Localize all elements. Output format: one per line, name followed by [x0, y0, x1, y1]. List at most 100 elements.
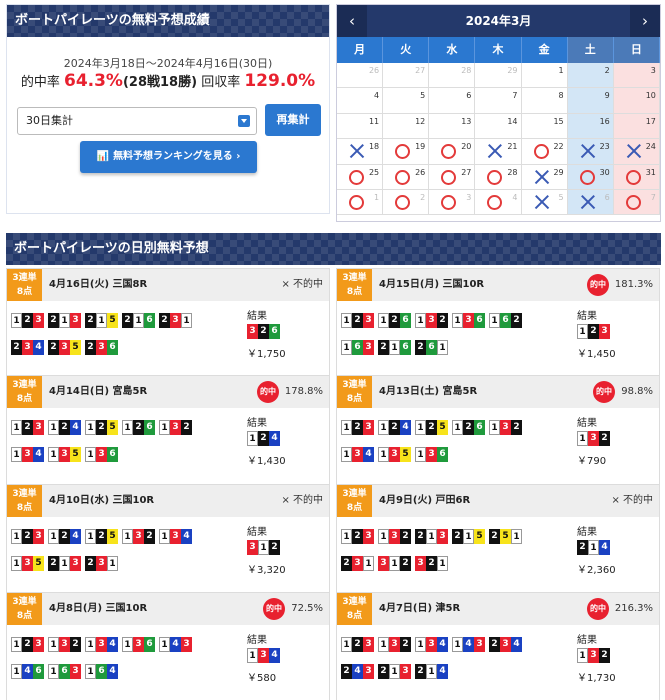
boat-number: 3 [96, 637, 107, 652]
boat-number: 2 [599, 431, 610, 446]
calendar-day[interactable]: 23 [567, 139, 614, 165]
calendar-day[interactable]: 25 [337, 164, 384, 190]
calendar-day[interactable]: 30 [567, 164, 614, 190]
hit-badge: 的中 [257, 381, 279, 403]
recalc-button[interactable]: 再集計 [265, 104, 321, 136]
calendar-day: 6 [429, 88, 476, 114]
result-combo: 312 [247, 540, 327, 559]
boat-number: 2 [70, 637, 81, 652]
calendar-day[interactable]: 21 [475, 139, 522, 165]
chart-icon: 📊 [96, 151, 110, 162]
boat-number: 1 [363, 556, 374, 571]
day-number: 22 [553, 142, 564, 152]
boat-number: 2 [85, 313, 96, 328]
combo-list: 1 2 3 1 2 4 1 2 5 1 2 6 1 3 21 3 4 1 3 5 1 3 6 [11, 420, 231, 474]
boat-number: 6 [96, 664, 107, 679]
calendar-day[interactable]: 5 [521, 189, 568, 216]
boat-number: 5 [500, 529, 511, 544]
prediction-card[interactable]: 3連単 8点 4月8日(月) 三国10R 的中 72.5% 1 2 3 1 3 2 1 3 4 1 3 6 1 4 3… [6, 592, 330, 700]
chevron-right-icon: › [232, 151, 241, 162]
boat-number: 3 [426, 447, 437, 462]
calendar-day[interactable]: 20 [429, 139, 476, 165]
day-number: 31 [645, 167, 656, 177]
calendar-day[interactable]: 4 [475, 189, 522, 216]
boat-number: 6 [500, 313, 511, 328]
boat-number: 3 [133, 637, 144, 652]
calendar-day[interactable]: 6 [567, 189, 614, 216]
calendar-day[interactable]: 3 [429, 189, 476, 216]
payout: ￥1,430 [247, 456, 286, 467]
prediction-card[interactable]: 3連単 8点 4月16日(火) 三国8R × 不的中 1 2 3 2 1 3 2 1 5 2 1 6 2 3 12 3… [6, 268, 330, 380]
prediction-card[interactable]: 3連単 8点 4月14日(日) 宮島5R 的中 178.8% 1 2 3 1 2 4 1 2 5 1 2 6 1 3… [6, 375, 330, 487]
result-label: 結果 [247, 311, 267, 322]
calendar-day[interactable]: 18 [337, 139, 384, 165]
combo: 125 [85, 420, 118, 439]
prediction-card[interactable]: 3連単 8点 4月10日(水) 三国10R × 不的中 1 2 3 1 2 4 1 2 5 1 3 2 1 3 41… [6, 484, 330, 596]
day-number: 3 [466, 192, 472, 202]
combo: 124 [48, 420, 81, 439]
next-month-button[interactable]: › [630, 5, 660, 37]
calendar-day[interactable]: 1 [337, 189, 384, 216]
boat-number: 1 [133, 313, 144, 328]
calendar-day[interactable]: 24 [613, 139, 660, 165]
prediction-card[interactable]: 3連単 8点 4月15日(月) 三国10R 的中 181.3% 1 2 3 1 2 6 1 3 2 1 3 6 1… [336, 268, 660, 380]
boat-number: 3 [258, 648, 269, 663]
prediction-card[interactable]: 3連単 8点 4月13日(土) 宮島5R 的中 98.8% 1 2 3 1 2 4 1 2 5 1 2 6 1 3 2… [336, 375, 660, 487]
boat-number: 1 [437, 340, 448, 355]
hit-circle-icon [395, 194, 411, 210]
calendar-day[interactable]: 7 [613, 189, 660, 216]
boat-number: 4 [437, 664, 448, 679]
combo: 123 [11, 313, 44, 332]
result-label: 結果 [247, 527, 267, 538]
boat-number: 2 [415, 664, 426, 679]
boat-number: 2 [133, 420, 144, 435]
day-number: 2 [420, 192, 426, 202]
hit-circle-icon [625, 194, 641, 210]
day-number: 5 [420, 91, 426, 101]
weekday-header: 月 [337, 37, 384, 63]
calendar-day: 10 [613, 88, 660, 114]
calendar-day[interactable]: 22 [521, 139, 568, 165]
hit-rate-label: 的中率 [20, 75, 60, 90]
calendar-day[interactable]: 31 [613, 164, 660, 190]
period-select[interactable]: 30日集計 [17, 107, 257, 135]
boat-number: 3 [247, 324, 258, 339]
combo: 215 [85, 313, 118, 332]
bet-type-badge: 3連単 8点 [337, 485, 372, 517]
prev-month-button[interactable]: ‹ [337, 5, 367, 37]
result-block: 結果 1 3 2 ￥1,730 [577, 631, 657, 684]
prediction-card[interactable]: 3連単 8点 4月7日(日) 津5R 的中 216.3% 1 2 3 1 3 2 1 3 4 1 4 3 2 3 42… [336, 592, 660, 700]
prediction-card[interactable]: 3連単 8点 4月9日(火) 戸田6R × 不的中 1 2 3 1 3 2 2 1 3 2 1 5 2 5 12 3 1… [336, 484, 660, 596]
result-block: 結果 2 1 4 ￥2,360 [577, 523, 657, 576]
calendar-day[interactable]: 28 [475, 164, 522, 190]
combo: 163 [341, 340, 374, 359]
boat-number: 6 [269, 324, 280, 339]
calendar-day[interactable]: 29 [521, 164, 568, 190]
weekday-header: 木 [475, 37, 522, 63]
combo: 135 [11, 556, 44, 575]
bet-type-badge: 3連単 8点 [7, 376, 42, 408]
boat-number: 2 [378, 664, 389, 679]
result-label: 結果 [247, 635, 267, 646]
boat-number: 1 [159, 637, 170, 652]
calendar-day[interactable]: 26 [383, 164, 430, 190]
payout: ￥1,730 [577, 673, 616, 684]
boat-number: 4 [170, 637, 181, 652]
boat-number: 6 [437, 447, 448, 462]
card-header: 3連単 8点 4月8日(月) 三国10R 的中 72.5% [7, 593, 329, 625]
combo-list: 1 2 3 1 3 2 2 1 3 2 1 5 2 5 12 3 1 3 1 2 3 2 1 [341, 529, 561, 583]
day-number: 12 [415, 116, 426, 126]
boat-number: 1 [378, 447, 389, 462]
result-status: 181.3% [614, 279, 653, 290]
calendar-day[interactable]: 27 [429, 164, 476, 190]
boat-number: 2 [511, 313, 522, 328]
combo: 231 [341, 556, 374, 575]
hit-badge: 的中 [263, 598, 285, 620]
calendar-day: 8 [521, 88, 568, 114]
calendar-day[interactable]: 2 [383, 189, 430, 216]
boat-number: 2 [352, 313, 363, 328]
ranking-button[interactable]: 📊 無料予想ランキングを見る › [80, 141, 257, 173]
boat-number: 2 [400, 556, 411, 571]
boat-number: 1 [341, 313, 352, 328]
calendar-day[interactable]: 19 [383, 139, 430, 165]
